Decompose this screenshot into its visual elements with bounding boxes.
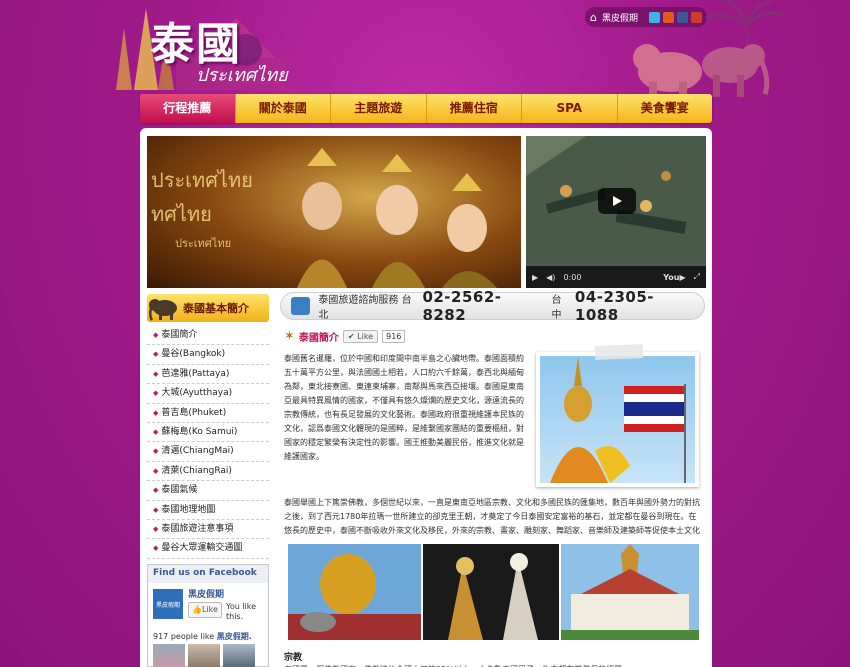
facebook-page-name[interactable]: 黑皮假期 <box>188 587 224 600</box>
facebook-fan-faces <box>153 644 255 667</box>
sidebar-item-ko-samui[interactable]: ◆ 蘇梅島(Ko Samui) <box>147 423 269 443</box>
facebook-like-label: Like <box>201 605 218 614</box>
sidebar-item-label: 芭達雅(Pattaya) <box>161 368 230 379</box>
facebook-fan-count: 917 people like 黑皮假期. <box>153 631 252 642</box>
sidebar-list: ◆ 泰國簡介 ◆ 曼谷(Bangkok) ◆ 芭達雅(Pattaya) ◆ 大城(Ayu… <box>147 326 269 559</box>
sidebar-item-travel-notes[interactable]: ◆ 泰國旅遊注意事項 <box>147 520 269 540</box>
elephants-illustration <box>633 44 770 102</box>
sidebar-item-label: 曼谷大眾運輸交通圖 <box>161 543 243 554</box>
youtube-icon[interactable]: You▶ <box>663 273 685 282</box>
check-icon: ✔ <box>347 332 355 341</box>
sidebar-heading-label: 泰國基本簡介 <box>183 302 249 315</box>
nav-itinerary[interactable]: 行程推薦 <box>140 94 236 123</box>
phone-taichung-label: 台中 <box>551 295 562 321</box>
sidebar-item-label: 泰國氣候 <box>161 485 198 496</box>
sidebar-item-label: 大城(Ayutthaya) <box>161 388 233 399</box>
sidebar-item-label: 曼谷(Bangkok) <box>161 349 226 360</box>
thai-dancers-photo <box>297 148 497 288</box>
facebook-like-button[interactable]: 👍Like <box>188 602 222 618</box>
thumbs-up-icon: 👍 <box>192 605 202 614</box>
main-nav: 行程推薦 關於泰國 主題旅遊 推薦住宿 SPA 美食饗宴 <box>140 94 712 123</box>
facebook-count-page-name[interactable]: 黑皮假期. <box>217 632 252 641</box>
sidebar-item-chiangmai[interactable]: ◆ 清邁(ChiangMai) <box>147 442 269 462</box>
fan-avatar[interactable] <box>153 644 185 667</box>
sidebar-item-thailand-intro[interactable]: ◆ 泰國簡介 <box>147 326 269 346</box>
sidebar-item-bangkok[interactable]: ◆ 曼谷(Bangkok) <box>147 345 269 365</box>
photo-tape-decoration <box>594 344 644 360</box>
photo-strip-buddha <box>288 544 421 640</box>
content-title: 泰國簡介 <box>298 333 339 344</box>
sidebar-item-climate[interactable]: ◆ 泰國氣候 <box>147 481 269 501</box>
fan-avatar[interactable] <box>188 644 220 667</box>
sidebar-item-phuket[interactable]: ◆ 普吉島(Phuket) <box>147 404 269 423</box>
phone-label: 泰國旅遊諮詢服務 台北 <box>318 295 412 321</box>
photo-strip-palace <box>561 544 699 640</box>
buddha-flag-photo <box>536 352 699 487</box>
volume-icon[interactable]: ◀) <box>546 273 555 282</box>
home-icon[interactable]: ⌂ <box>590 11 597 24</box>
facebook-widget: Find us on Facebook 黑皮假期 黑皮假期 👍Like You … <box>147 564 269 667</box>
video-time: 0:00 <box>563 272 582 282</box>
facebook-page-logo[interactable]: 黑皮假期 <box>153 589 183 619</box>
logo-thai-text: ประเทศไทย <box>196 65 288 86</box>
grand-palace-illustration <box>561 544 699 640</box>
buddha-flag-illustration <box>550 356 686 483</box>
facebook-widget-title[interactable]: Find us on Facebook <box>148 565 268 583</box>
nav-accommodation[interactable]: 推薦住宿 <box>427 94 522 123</box>
content-like-label: Like <box>357 332 374 341</box>
religion-heading: 宗教 <box>284 653 303 663</box>
nav-food[interactable]: 美食饗宴 <box>618 94 713 123</box>
sidebar-item-ayutthaya[interactable]: ◆ 大城(Ayutthaya) <box>147 384 269 404</box>
sidebar-item-transit-map[interactable]: ◆ 曼谷大眾運輸交通圖 <box>147 539 269 559</box>
sidebar-item-label: 泰國簡介 <box>161 330 198 340</box>
compass-icon: ✶ <box>284 329 295 344</box>
nav-about-thailand[interactable]: 關於泰國 <box>236 94 331 123</box>
khon-dancers-illustration <box>423 544 559 640</box>
sidebar-item-label: 蘇梅島(Ko Samui) <box>161 426 238 437</box>
facebook-count-text: 917 people like <box>153 632 217 641</box>
phone-consult-bar: 泰國旅遊諮詢服務 台北 02-2562-8282 台中 04-2305-1088 <box>280 288 705 324</box>
video-controls: ▶ ◀) 0:00 You▶ ⤢ <box>526 266 706 288</box>
content-like-count: 916 <box>382 330 406 343</box>
phone-taipei[interactable]: 02-2562-8282 <box>422 288 541 324</box>
elephant-icon <box>148 299 177 321</box>
history-paragraph: 泰國舉國上下篤崇佛教，多個世紀以來，一直是東南亞地區宗教、文化和多國民族的匯集地… <box>284 498 700 535</box>
sidebar-item-label: 清邁(ChiangMai) <box>161 446 234 457</box>
fullscreen-icon[interactable]: ⤢ <box>694 272 700 282</box>
sidebar-item-pattaya[interactable]: ◆ 芭達雅(Pattaya) <box>147 365 269 385</box>
intro-paragraph: 泰國舊名暹羅，位於中國和印度間中南半島之心臟地帶。泰國面積約五十萬平方公里，與法… <box>284 354 524 461</box>
sidebar-item-chiangrai[interactable]: ◆ 清萊(ChiangRai) <box>147 462 269 482</box>
golden-buddha-illustration <box>288 544 421 640</box>
sidebar-item-label: 泰國旅遊注意事項 <box>161 523 234 534</box>
nav-spa[interactable]: SPA <box>522 94 618 123</box>
phone-taichung[interactable]: 04-2305-1088 <box>575 288 694 324</box>
fan-avatar[interactable] <box>223 644 255 667</box>
content-title-row: ✶ 泰國簡介 ✔ Like 916 <box>284 329 406 344</box>
nav-theme-tours[interactable]: 主題旅遊 <box>331 94 427 123</box>
play-icon <box>613 196 622 206</box>
facebook-you-like-text: You like this. <box>226 602 257 621</box>
video-play-button[interactable] <box>598 188 636 214</box>
sidebar-item-label: 泰國地理地圖 <box>161 504 216 515</box>
hero-banner: ประเทศไทย ทศไทย ประเทศไทย <box>147 136 521 288</box>
main-panel: ประเทศไทย ทศไทย ประเทศไทย ▶ ◀) 0:00 You▶… <box>140 128 712 667</box>
content-like-button[interactable]: ✔ Like <box>342 330 379 343</box>
sidebar-item-label: 清萊(ChiangRai) <box>161 465 232 476</box>
sidebar-item-map[interactable]: ◆ 泰國地理地圖 <box>147 501 269 520</box>
sidebar-item-label: 普吉島(Phuket) <box>161 407 227 418</box>
video-player[interactable]: ▶ ◀) 0:00 You▶ ⤢ <box>526 136 706 288</box>
phone-icon <box>291 297 311 315</box>
play-control-icon[interactable]: ▶ <box>532 273 538 282</box>
sidebar-heading: 泰國基本簡介 <box>147 294 269 322</box>
photo-strip-dancers <box>423 544 559 640</box>
site-header: 泰國 ประเทศไทย ⌂ 黑皮假期 <box>0 0 850 102</box>
